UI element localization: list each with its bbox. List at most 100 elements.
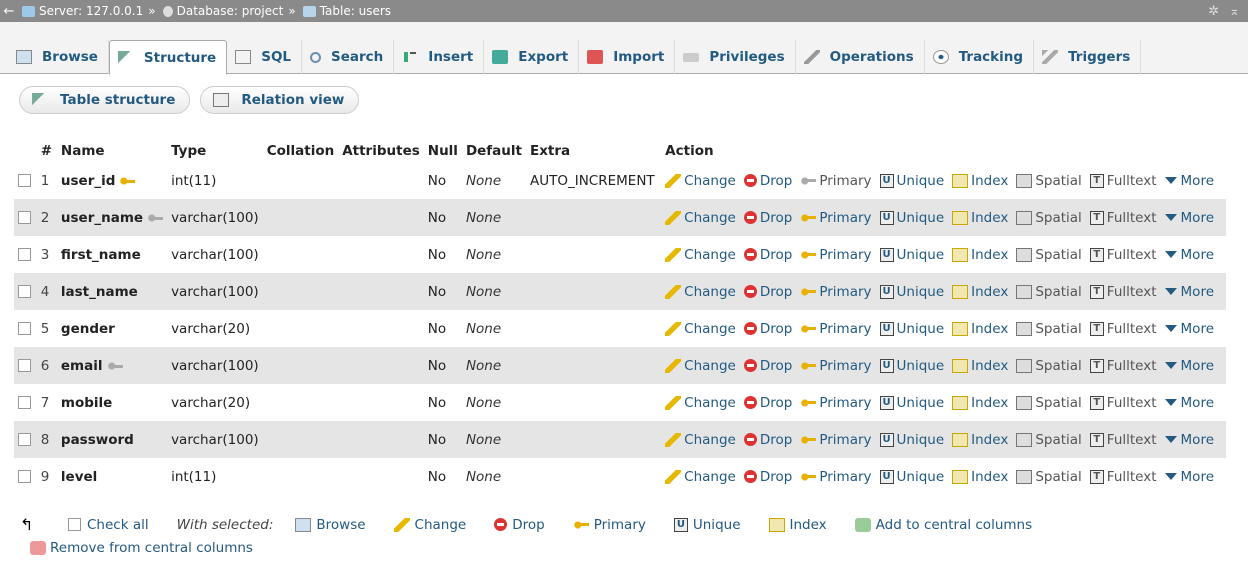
action-index[interactable]: Index <box>952 210 1008 226</box>
row-checkbox[interactable] <box>18 396 31 409</box>
collapse-icon[interactable]: ⌅ <box>1229 4 1240 19</box>
action-drop[interactable]: Drop <box>743 247 792 263</box>
action-unique[interactable]: U Unique <box>879 210 944 226</box>
action-primary[interactable]: Primary <box>800 284 872 300</box>
action-unique[interactable]: U Unique <box>879 469 944 485</box>
action-spatial[interactable]: Spatial <box>1016 247 1082 263</box>
bulk-drop-button[interactable]: Drop <box>494 517 545 533</box>
action-primary[interactable]: Primary <box>800 247 872 263</box>
action-change[interactable]: Change <box>665 358 736 374</box>
column-name[interactable]: mobile <box>61 395 112 411</box>
action-primary[interactable]: Primary <box>800 173 872 189</box>
action-fulltext[interactable]: T Fulltext <box>1089 284 1157 300</box>
action-change[interactable]: Change <box>665 284 736 300</box>
action-unique[interactable]: U Unique <box>879 321 944 337</box>
action-fulltext[interactable]: T Fulltext <box>1089 321 1157 337</box>
bulk-unique-button[interactable]: U Unique <box>673 517 741 533</box>
row-checkbox[interactable] <box>18 470 31 483</box>
action-fulltext[interactable]: T Fulltext <box>1089 173 1157 189</box>
action-index[interactable]: Index <box>952 395 1008 411</box>
tab-insert[interactable]: Insert <box>394 40 485 74</box>
action-index[interactable]: Index <box>952 321 1008 337</box>
action-fulltext[interactable]: T Fulltext <box>1089 358 1157 374</box>
column-name[interactable]: last_name <box>61 284 138 300</box>
action-spatial[interactable]: Spatial <box>1016 173 1082 189</box>
action-fulltext[interactable]: T Fulltext <box>1089 432 1157 448</box>
action-change[interactable]: Change <box>665 395 736 411</box>
action-unique[interactable]: U Unique <box>879 395 944 411</box>
tab-tracking[interactable]: Tracking <box>925 40 1035 74</box>
action-fulltext[interactable]: T Fulltext <box>1089 395 1157 411</box>
column-name[interactable]: first_name <box>61 247 141 263</box>
action-change[interactable]: Change <box>665 247 736 263</box>
action-index[interactable]: Index <box>952 173 1008 189</box>
row-checkbox[interactable] <box>18 322 31 335</box>
action-spatial[interactable]: Spatial <box>1016 432 1082 448</box>
action-more[interactable]: More <box>1164 469 1214 485</box>
action-more[interactable]: More <box>1164 321 1214 337</box>
action-index[interactable]: Index <box>952 358 1008 374</box>
column-name[interactable]: password <box>61 432 134 448</box>
action-index[interactable]: Index <box>952 284 1008 300</box>
breadcrumb-table[interactable]: Table: users <box>299 4 391 18</box>
action-primary[interactable]: Primary <box>800 469 872 485</box>
breadcrumb-database[interactable]: Database: project <box>159 4 283 18</box>
action-more[interactable]: More <box>1164 247 1214 263</box>
tab-browse[interactable]: Browse <box>8 40 109 74</box>
action-primary[interactable]: Primary <box>800 395 872 411</box>
action-spatial[interactable]: Spatial <box>1016 358 1082 374</box>
action-change[interactable]: Change <box>665 210 736 226</box>
action-drop[interactable]: Drop <box>743 395 792 411</box>
back-arrow-icon[interactable]: ← <box>0 4 18 19</box>
action-fulltext[interactable]: T Fulltext <box>1089 210 1157 226</box>
action-primary[interactable]: Primary <box>800 432 872 448</box>
tab-sql[interactable]: SQL <box>227 40 303 74</box>
action-change[interactable]: Change <box>665 173 736 189</box>
tab-triggers[interactable]: Triggers <box>1034 40 1142 74</box>
row-checkbox[interactable] <box>18 285 31 298</box>
column-name[interactable]: user_id <box>61 173 116 189</box>
action-primary[interactable]: Primary <box>800 321 872 337</box>
tab-structure[interactable]: Structure <box>108 40 228 75</box>
tab-export[interactable]: Export <box>484 40 580 74</box>
action-fulltext[interactable]: T Fulltext <box>1089 469 1157 485</box>
row-checkbox[interactable] <box>18 359 31 372</box>
action-more[interactable]: More <box>1164 432 1214 448</box>
check-all[interactable]: Check all <box>68 517 149 533</box>
action-drop[interactable]: Drop <box>743 210 792 226</box>
column-name[interactable]: user_name <box>61 210 143 226</box>
action-spatial[interactable]: Spatial <box>1016 395 1082 411</box>
tab-import[interactable]: Import <box>579 40 676 74</box>
action-index[interactable]: Index <box>952 432 1008 448</box>
action-drop[interactable]: Drop <box>743 469 792 485</box>
tab-privileges[interactable]: Privileges <box>675 40 796 74</box>
breadcrumb-server[interactable]: Server: 127.0.0.1 <box>18 4 143 18</box>
action-primary[interactable]: Primary <box>800 210 872 226</box>
action-change[interactable]: Change <box>665 469 736 485</box>
action-more[interactable]: More <box>1164 284 1214 300</box>
check-all-checkbox[interactable] <box>68 518 81 531</box>
action-drop[interactable]: Drop <box>743 173 792 189</box>
bulk-browse-button[interactable]: Browse <box>295 517 366 533</box>
bulk-primary-button[interactable]: Primary <box>572 517 646 533</box>
action-unique[interactable]: U Unique <box>879 173 944 189</box>
action-spatial[interactable]: Spatial <box>1016 469 1082 485</box>
row-checkbox[interactable] <box>18 433 31 446</box>
action-unique[interactable]: U Unique <box>879 432 944 448</box>
row-checkbox[interactable] <box>18 248 31 261</box>
subtab-relation-view[interactable]: Relation view <box>200 86 360 114</box>
action-more[interactable]: More <box>1164 358 1214 374</box>
column-name[interactable]: level <box>61 469 97 485</box>
subtab-table-structure[interactable]: Table structure <box>19 86 191 114</box>
action-index[interactable]: Index <box>952 469 1008 485</box>
action-primary[interactable]: Primary <box>800 358 872 374</box>
row-checkbox[interactable] <box>18 211 31 224</box>
action-index[interactable]: Index <box>952 247 1008 263</box>
action-drop[interactable]: Drop <box>743 284 792 300</box>
action-spatial[interactable]: Spatial <box>1016 210 1082 226</box>
action-drop[interactable]: Drop <box>743 321 792 337</box>
tab-search[interactable]: Search <box>302 40 395 74</box>
action-drop[interactable]: Drop <box>743 358 792 374</box>
column-name[interactable]: email <box>61 358 103 374</box>
add-central-columns-button[interactable]: Add to central columns <box>854 517 1032 533</box>
